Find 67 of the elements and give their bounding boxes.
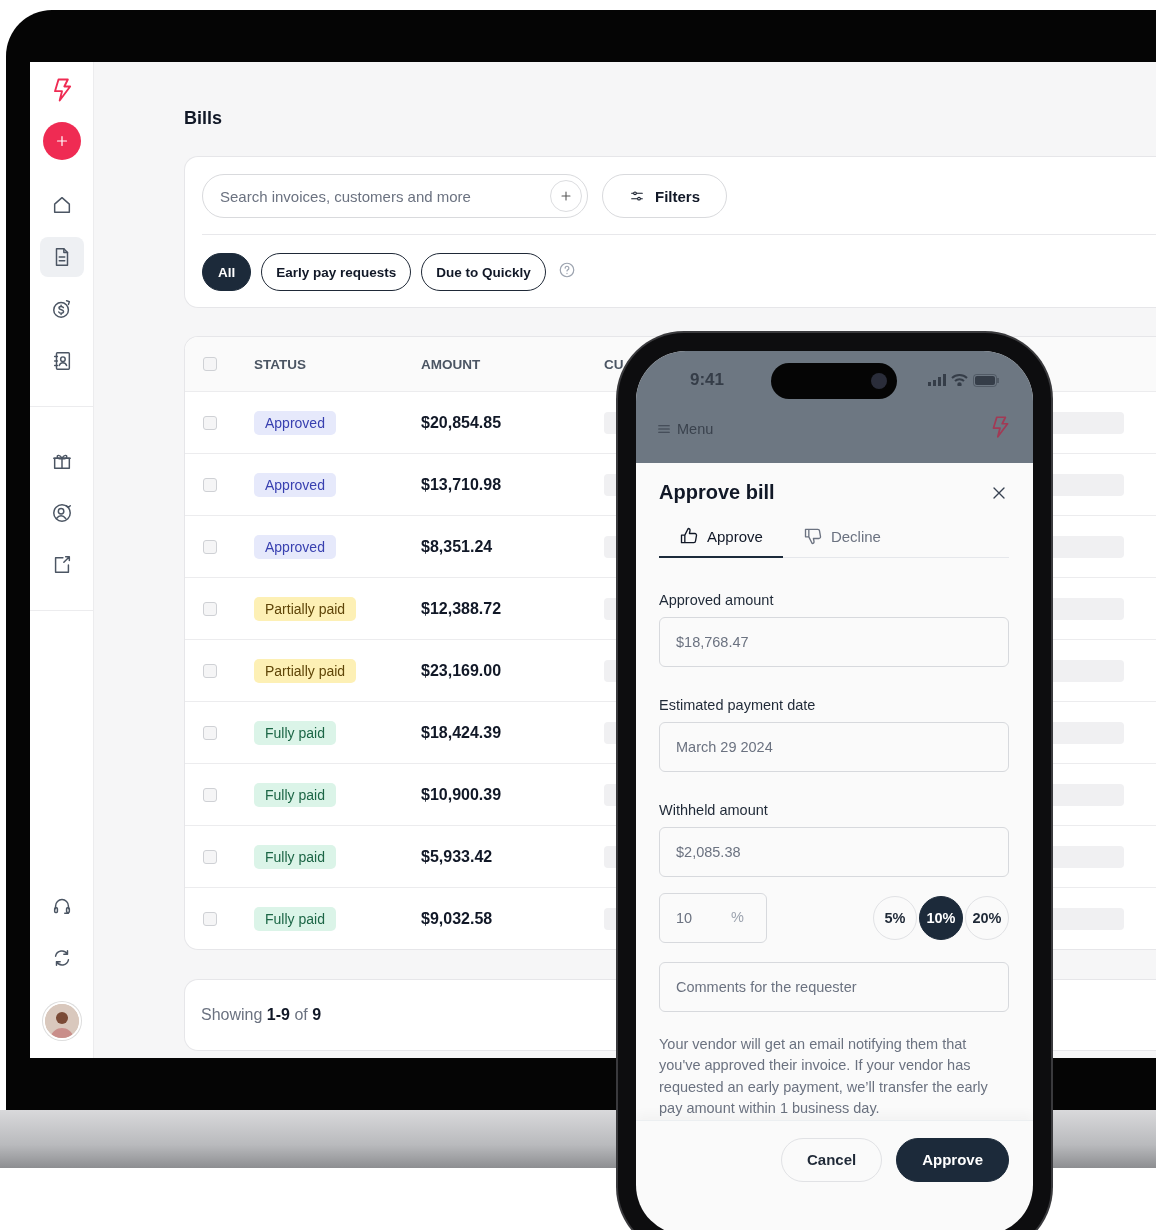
row-checkbox[interactable] xyxy=(203,415,217,430)
row-checkbox[interactable] xyxy=(203,725,217,740)
amount-cell: $10,900.39 xyxy=(421,785,502,803)
status-badge: Partially paid xyxy=(254,658,357,683)
status-badge: Fully paid xyxy=(254,844,336,869)
status-badge: Approved xyxy=(254,472,336,497)
sheet-tab[interactable]: Decline xyxy=(782,526,901,558)
percent-option[interactable]: 20% xyxy=(965,895,1009,940)
amount-cell: $23,169.00 xyxy=(421,661,502,679)
dollar-coin-icon xyxy=(50,298,73,320)
comments-field[interactable]: Comments for the requester xyxy=(659,961,1009,1012)
select-all-checkbox[interactable] xyxy=(203,357,217,371)
amount-cell: $5,933.42 xyxy=(421,847,493,865)
page-title: Bills xyxy=(184,108,223,129)
row-checkbox[interactable] xyxy=(203,539,217,554)
status-badge: Partially paid xyxy=(254,596,357,621)
row-checkbox[interactable] xyxy=(203,849,217,864)
column-header[interactable]: CU xyxy=(604,356,624,372)
percent-option[interactable]: 5% xyxy=(873,895,917,940)
sheet-title: Approve bill xyxy=(659,481,775,504)
approve-button[interactable]: Approve xyxy=(896,1137,1009,1182)
row-checkbox[interactable] xyxy=(203,787,217,802)
input-field[interactable]: $2,085.38 xyxy=(659,826,1009,877)
percent-option[interactable]: 10% xyxy=(919,895,963,940)
status-badge: Fully paid xyxy=(254,782,336,807)
amount-cell: $20,854.85 xyxy=(421,413,502,431)
filter-chip[interactable]: Due to Quickly xyxy=(421,253,546,291)
battery-icon xyxy=(973,373,999,387)
row-checkbox[interactable] xyxy=(203,477,217,492)
thumbs-down-icon xyxy=(802,526,823,546)
percent-unit: % xyxy=(731,908,744,925)
user-circle-icon xyxy=(50,502,73,524)
status-badge: Approved xyxy=(254,410,336,435)
field-label: Withheld amount xyxy=(659,801,769,818)
signal-icon xyxy=(928,374,946,386)
avatar[interactable] xyxy=(42,1002,81,1040)
filter-chip[interactable]: Early pay requests xyxy=(261,253,412,291)
sheet-tab[interactable]: Approve xyxy=(659,526,783,558)
amount-cell: $8,351.24 xyxy=(421,537,493,555)
amount-cell: $12,388.72 xyxy=(421,599,502,617)
search-field[interactable]: Search invoices, customers and more xyxy=(202,174,588,218)
input-field[interactable]: $18,768.47 xyxy=(659,616,1009,667)
add-button[interactable] xyxy=(42,122,81,160)
status-time: 9:41 xyxy=(690,370,725,390)
filters-button[interactable]: Filters xyxy=(602,174,727,218)
filter-chip[interactable]: All xyxy=(202,253,252,291)
status-badge: Fully paid xyxy=(254,720,336,745)
thumbs-up-icon xyxy=(679,526,699,546)
row-checkbox[interactable] xyxy=(203,663,217,678)
help-icon xyxy=(557,261,576,279)
amount-cell: $9,032.58 xyxy=(421,909,493,927)
amount-cell: $13,710.98 xyxy=(421,475,502,493)
status-badge: Approved xyxy=(254,534,336,559)
input-field[interactable]: March 29 2024 xyxy=(659,721,1009,772)
info-text: Your vendor will get an email notifying them that you've approved their invoice. If your vendor has requested an early payment, we’ll transfer the early pay amount within 1 business day. xyxy=(659,1034,989,1118)
field-label: Approved amount xyxy=(659,591,775,608)
row-checkbox[interactable] xyxy=(203,911,217,926)
wifi-icon xyxy=(951,374,968,386)
cancel-button[interactable]: Cancel xyxy=(780,1137,883,1182)
field-label: Estimated payment date xyxy=(659,696,817,713)
sidebar-item[interactable] xyxy=(39,237,84,277)
pagination-text: Showing 1-9 of 9 xyxy=(201,1006,322,1024)
column-header[interactable]: STATUS xyxy=(254,357,306,372)
column-header[interactable]: AMOUNT xyxy=(421,357,481,372)
amount-cell: $18,424.39 xyxy=(421,723,502,741)
status-badge: Fully paid xyxy=(254,906,336,931)
row-checkbox[interactable] xyxy=(203,601,217,616)
